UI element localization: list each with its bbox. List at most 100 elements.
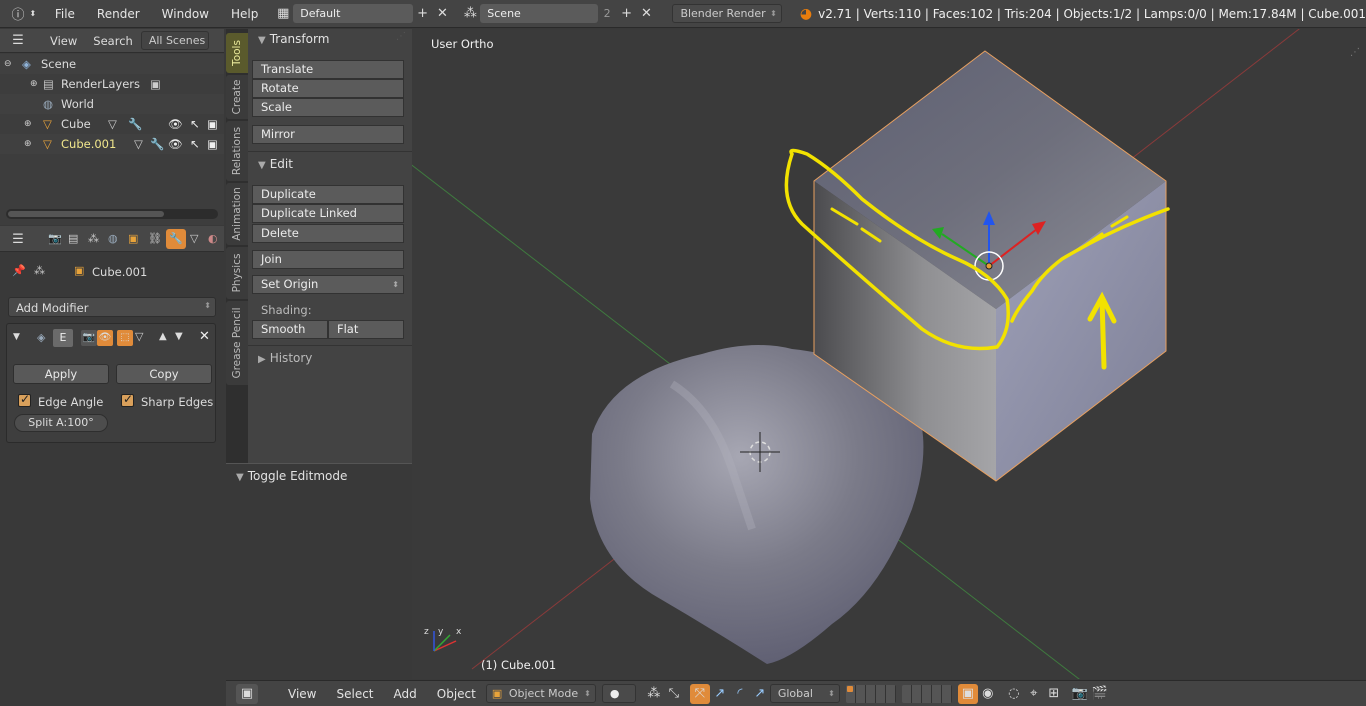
cage-toggle-icon[interactable]: ▽ — [135, 330, 143, 343]
menu-help[interactable]: Help — [220, 0, 269, 28]
tab-relations[interactable]: Relations — [226, 121, 248, 181]
pivot-point-icon[interactable]: ⁂ — [644, 684, 664, 704]
shade-smooth-button[interactable]: Smooth — [252, 320, 328, 339]
render-preview-icon[interactable]: ◉ — [978, 684, 998, 704]
menu-add[interactable]: Add — [384, 687, 427, 701]
tab-physics[interactable]: Physics — [226, 247, 248, 299]
scale-button[interactable]: Scale — [252, 98, 404, 117]
transform-icon[interactable]: ↗ — [750, 684, 770, 704]
render-engine-dropdown[interactable]: Blender Render ⬍ — [672, 4, 782, 23]
scene-tab-icon[interactable]: ⁂ — [88, 232, 99, 245]
mesh-data-icon[interactable]: ▽ — [108, 114, 117, 134]
panel-grip-icon[interactable]: ⋰ — [396, 31, 406, 42]
translate-button[interactable]: Translate — [252, 60, 404, 79]
sharp-edges-checkbox[interactable] — [121, 392, 134, 407]
collapse-triangle-icon[interactable]: ▼ — [13, 332, 20, 342]
modifiers-tab-icon[interactable]: 🔧 — [166, 229, 186, 249]
collapse-icon[interactable]: ⊖ — [4, 54, 12, 74]
viewport-corner-grip-icon[interactable]: ⋰ — [1350, 47, 1360, 58]
snap-element-icon[interactable]: ⊞ — [1044, 684, 1064, 704]
tab-create[interactable]: Create — [226, 75, 248, 119]
close-scene-icon[interactable]: ✕ — [637, 4, 657, 24]
object-origin-dot[interactable] — [985, 262, 993, 270]
opengl-render-icon[interactable]: 📷 — [1070, 684, 1090, 704]
scale-manipulator-icon[interactable]: ◜ — [730, 684, 750, 704]
modifier-wrench-icon[interactable]: 🔧 — [150, 134, 164, 154]
viewport-toggle-icon[interactable]: 👁 — [97, 330, 113, 346]
transform-orientation-dropdown[interactable]: Global ⬍ — [769, 684, 840, 703]
tab-animation[interactable]: Animation — [226, 183, 248, 245]
apply-button[interactable]: Apply — [13, 364, 109, 384]
render-toggle-icon[interactable]: 📷 — [81, 330, 97, 346]
add-layout-icon[interactable]: + — [413, 4, 433, 24]
edit-panel-header[interactable]: ▼ Edit — [258, 157, 293, 171]
lock-layers-icon[interactable]: ▣ — [957, 683, 978, 704]
viewport-shading-dropdown[interactable]: ● — [601, 684, 636, 703]
shade-flat-button[interactable]: Flat — [328, 320, 404, 339]
outliner-row-world[interactable]: ◍ World — [0, 94, 224, 114]
modifier-name-field[interactable]: E — [53, 329, 73, 347]
layer-buttons[interactable] — [845, 684, 896, 703]
pin-icon[interactable]: 📌 — [12, 264, 26, 277]
edge-angle-checkbox[interactable] — [18, 392, 31, 407]
object-tab-icon[interactable]: ▣ — [128, 232, 138, 245]
editmode-toggle-icon[interactable]: ⬚ — [117, 330, 133, 346]
duplicate-button[interactable]: Duplicate — [252, 185, 404, 204]
expand-icon[interactable]: ⊕ — [30, 74, 38, 94]
world-tab-icon[interactable]: ◍ — [108, 232, 118, 245]
menu-window[interactable]: Window — [151, 0, 220, 28]
delete-button[interactable]: Delete — [252, 224, 404, 243]
opengl-anim-icon[interactable]: 🎬 — [1090, 684, 1110, 704]
layer-buttons-2[interactable] — [901, 684, 952, 703]
join-button[interactable]: Join — [252, 250, 404, 269]
screen-layout-icon[interactable]: ▦ — [273, 4, 293, 24]
add-scene-icon[interactable]: + — [617, 4, 637, 24]
properties-editor-icon[interactable]: ☰ — [8, 229, 28, 249]
scene-name-field[interactable]: Scene — [480, 4, 598, 23]
outliner-row-cube-001[interactable]: ⊕ ▽ Cube.001 ▽ 🔧 👁 ↖ ▣ — [0, 134, 224, 154]
history-panel-header[interactable]: ▶ History — [258, 351, 312, 365]
renderlayer-visibility-icon[interactable]: ▣ — [150, 74, 161, 94]
menu-object[interactable]: Object — [427, 687, 486, 701]
data-tab-icon[interactable]: ▽ — [190, 232, 198, 245]
rotate-manipulator-icon[interactable]: ↗ — [710, 684, 730, 704]
menu-file[interactable]: File — [44, 0, 86, 28]
outliner-scrollbar-thumb[interactable] — [8, 211, 164, 217]
mirror-button[interactable]: Mirror — [252, 125, 404, 144]
outliner-row-scene[interactable]: ⊖ ◈ Scene — [0, 54, 224, 74]
proportional-edit-icon[interactable]: ◌ — [1004, 684, 1024, 704]
scene-selector-icon[interactable]: ⁂ — [460, 4, 480, 24]
screen-layout-field[interactable]: Default — [293, 4, 413, 23]
set-origin-dropdown[interactable]: Set Origin ⬍ — [252, 275, 404, 294]
split-angle-field[interactable]: Split A:100° — [14, 414, 108, 432]
outliner-display-mode[interactable]: All Scenes — [140, 31, 209, 50]
outliner-view-menu[interactable]: View — [42, 34, 85, 48]
move-up-icon[interactable]: ▲ — [159, 331, 167, 342]
renderable-camera-icon[interactable]: ▣ — [207, 114, 218, 134]
manipulator-toggle-icon[interactable]: ⤡ — [664, 684, 684, 704]
tab-grease-pencil[interactable]: Grease Pencil — [226, 301, 248, 385]
outliner-search-menu[interactable]: Search — [85, 34, 141, 48]
menu-render[interactable]: Render — [86, 0, 151, 28]
outliner-scrollbar[interactable] — [6, 209, 218, 219]
translate-manipulator-icon[interactable]: ⤧ — [689, 683, 710, 704]
constraints-tab-icon[interactable]: ⛓ — [148, 232, 162, 245]
expand-icon[interactable]: ⊕ — [24, 134, 32, 154]
selectable-cursor-icon[interactable]: ↖ — [190, 134, 200, 154]
editor-type-icon[interactable]: ▣ — [236, 683, 258, 704]
transform-panel-header[interactable]: ▼ Transform — [258, 32, 329, 46]
interaction-mode-dropdown[interactable]: ▣ Object Mode ⬍ — [485, 684, 596, 703]
3d-viewport[interactable]: User Ortho z y x (1) Cube.001 ⋰ — [412, 29, 1366, 679]
visibility-eye-icon[interactable]: 👁 — [168, 114, 183, 134]
remove-modifier-icon[interactable]: ✕ — [199, 329, 210, 344]
render-tab-icon[interactable]: 📷 — [48, 232, 62, 245]
menu-view[interactable]: View — [278, 687, 326, 701]
add-modifier-dropdown[interactable]: Add Modifier ⬍ — [8, 297, 216, 317]
menu-select[interactable]: Select — [326, 687, 383, 701]
snap-icon[interactable]: ⌖ — [1024, 684, 1044, 704]
material-tab-icon[interactable]: ◐ — [208, 232, 218, 245]
outliner-row-cube[interactable]: ⊕ ▽ Cube ▽ 🔧 👁 ↖ ▣ — [0, 114, 224, 134]
selectable-cursor-icon[interactable]: ↖ — [190, 114, 200, 134]
duplicate-linked-button[interactable]: Duplicate Linked — [252, 204, 404, 223]
toggle-editmode-header[interactable]: ▼ Toggle Editmode — [236, 469, 347, 483]
